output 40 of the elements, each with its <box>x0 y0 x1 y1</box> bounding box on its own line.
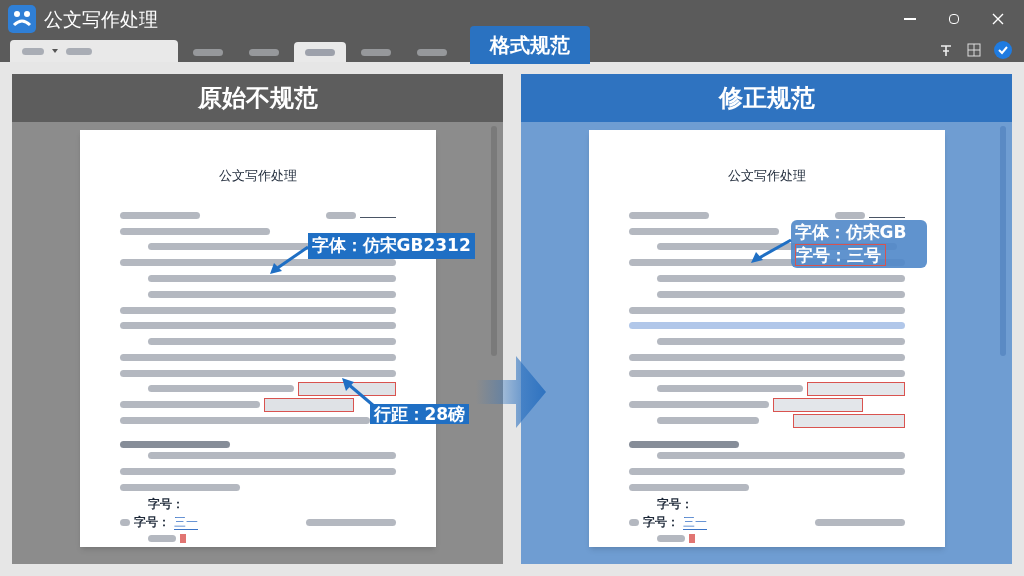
grid-icon[interactable] <box>966 42 982 58</box>
pointer-arrow <box>750 238 793 264</box>
illegible-text <box>193 48 223 56</box>
callout-text: 字体：仿宋GB <box>794 222 908 242</box>
panel-header: 修正规范 <box>718 83 815 114</box>
app-logo-icon <box>8 5 36 33</box>
illegible-text <box>147 535 176 543</box>
font-callout: 字体：仿宋GB2312 <box>307 233 475 259</box>
format-tab[interactable]: 格式规范 <box>470 26 590 64</box>
close-icon <box>992 13 1004 25</box>
illegible-text <box>656 535 685 543</box>
number-value: 三一 <box>682 514 707 530</box>
signature-label: 字号： <box>147 496 185 514</box>
panel-header: 原始不规范 <box>197 83 318 114</box>
document-title: 公文写作处理 <box>218 167 297 185</box>
illegible-text <box>119 518 130 526</box>
number-value: 三一 <box>173 514 198 530</box>
spacing-callout: 行距：28磅 <box>369 404 470 424</box>
ribbon-tab[interactable] <box>294 42 346 62</box>
document-title: 公文写作处理 <box>727 167 806 185</box>
illegible-text <box>361 48 391 56</box>
callout-text: 字号：三号 <box>794 244 886 266</box>
caret-icon <box>52 49 58 53</box>
signature-label: 字号： <box>656 496 694 514</box>
illegible-text <box>628 518 639 526</box>
illegible-text <box>417 48 447 56</box>
stamp-mark <box>179 534 186 544</box>
check-icon[interactable] <box>994 41 1012 59</box>
number-label: 字号： <box>133 514 170 532</box>
pin-icon[interactable] <box>938 42 954 58</box>
window-title: 公文写作处理 <box>44 6 158 32</box>
illegible-text <box>22 47 44 55</box>
number-label: 字号： <box>642 514 679 532</box>
illegible-text <box>249 48 279 56</box>
illegible-text <box>66 47 92 55</box>
pointer-arrow <box>269 245 310 275</box>
illegible-text <box>325 211 356 219</box>
stamp-mark <box>688 534 695 544</box>
illegible-text <box>305 48 335 56</box>
illegible-text <box>834 211 865 219</box>
